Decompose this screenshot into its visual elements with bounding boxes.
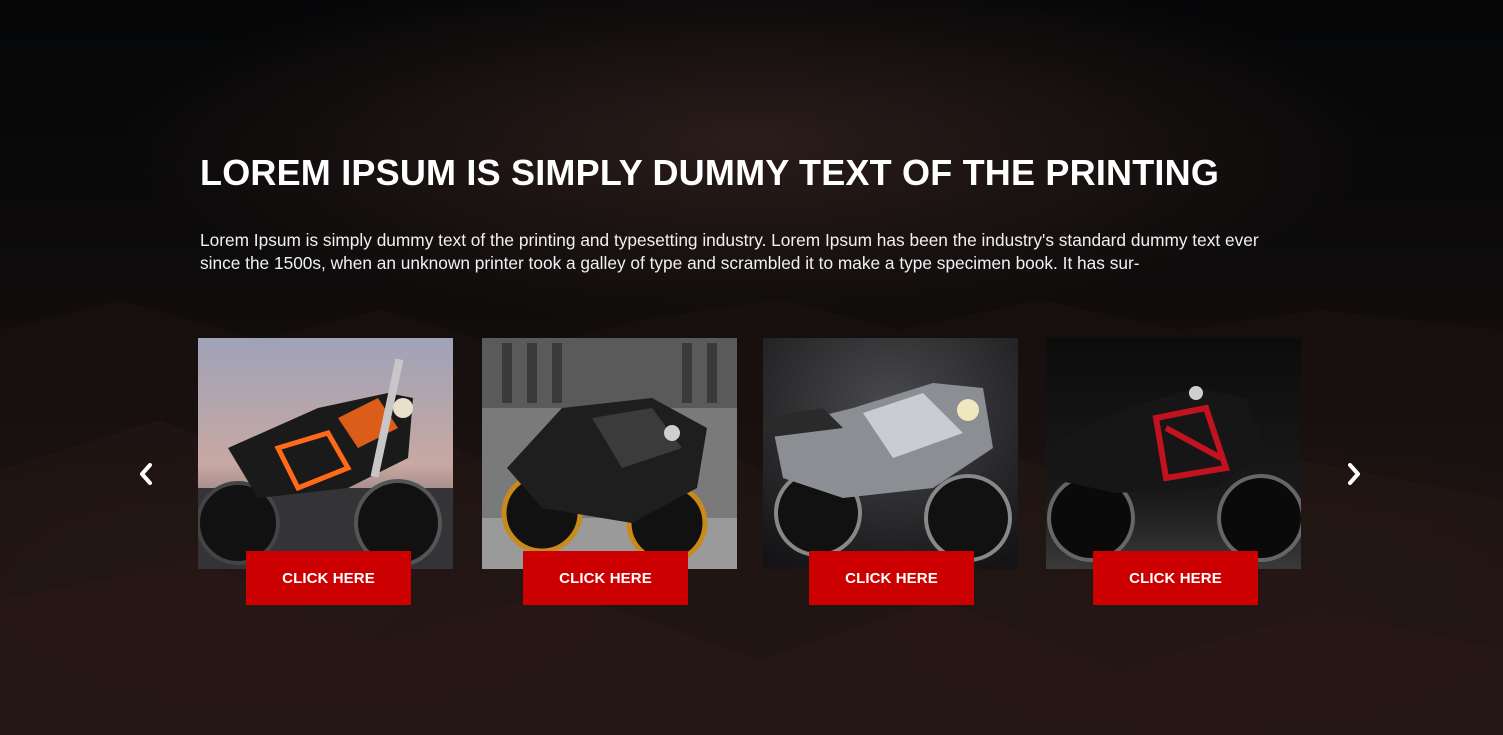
- click-here-button-2[interactable]: CLICK HERE: [523, 551, 688, 605]
- chevron-left-icon: [140, 463, 152, 485]
- motorcycle-image-3[interactable]: [763, 338, 1018, 569]
- click-here-button-3[interactable]: CLICK HERE: [809, 551, 974, 605]
- hero-title: LOREM IPSUM IS SIMPLY DUMMY TEXT OF THE …: [200, 152, 1220, 193]
- click-here-button-1[interactable]: CLICK HERE: [246, 551, 411, 605]
- carousel-prev-button[interactable]: [134, 460, 158, 488]
- hero-description: Lorem Ipsum is simply dummy text of the …: [200, 230, 1259, 273]
- click-here-button-4[interactable]: CLICK HERE: [1093, 551, 1258, 605]
- chevron-right-icon: [1348, 463, 1360, 485]
- motorcycle-image-2[interactable]: [482, 338, 737, 569]
- motorcycle-image-4[interactable]: [1046, 338, 1301, 569]
- carousel-next-button[interactable]: [1342, 460, 1366, 488]
- motorcycle-image-1[interactable]: [198, 338, 453, 569]
